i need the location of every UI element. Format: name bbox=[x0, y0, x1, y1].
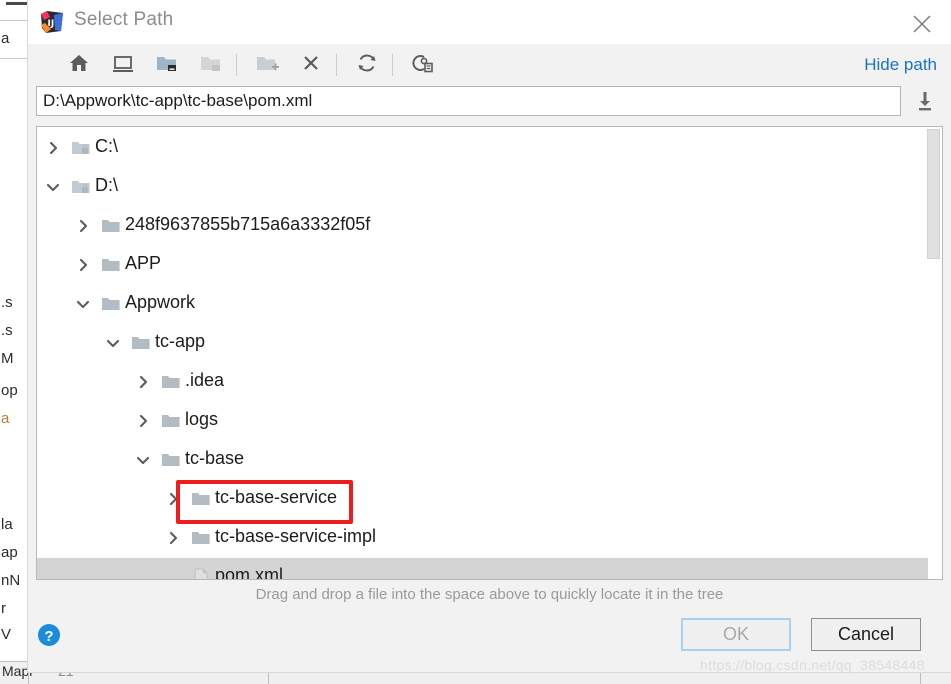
tree-scrollbar-thumb[interactable] bbox=[927, 129, 940, 259]
insert-path-icon[interactable] bbox=[912, 88, 938, 114]
chevron-right-icon[interactable] bbox=[45, 140, 61, 156]
folder-icon bbox=[131, 334, 151, 352]
project-folder-icon[interactable] bbox=[154, 51, 184, 79]
tree-row[interactable]: tc-base-service bbox=[37, 480, 942, 519]
tree-row-label: C:\ bbox=[95, 136, 119, 156]
background-left-line: a bbox=[1, 30, 10, 47]
folder-icon bbox=[101, 217, 121, 235]
background-dash bbox=[6, 2, 28, 5]
dialog-title: Select Path bbox=[74, 9, 174, 30]
chevron-down-icon[interactable] bbox=[135, 452, 151, 468]
folder-icon bbox=[101, 295, 121, 313]
tree-row-label: pom.xml bbox=[215, 565, 284, 580]
tree-row[interactable]: D:\ bbox=[37, 168, 942, 207]
background-left-line: nN bbox=[1, 572, 21, 589]
tree-row[interactable]: <> pom.xml bbox=[37, 558, 942, 580]
module-folder-icon bbox=[198, 51, 228, 79]
background-left-line: r bbox=[1, 600, 6, 617]
chevron-down-icon[interactable] bbox=[45, 179, 61, 195]
intellij-idea-logo: IJ bbox=[41, 11, 63, 33]
background-left-line: ap bbox=[1, 544, 18, 561]
folder-icon bbox=[191, 529, 211, 547]
tree-row-label: tc-app bbox=[155, 331, 206, 351]
refresh-icon[interactable] bbox=[354, 51, 384, 79]
tree-row-label: tc-base-service bbox=[215, 487, 338, 507]
tree-vertical-scrollbar[interactable] bbox=[927, 127, 942, 579]
tree-row[interactable]: logs bbox=[37, 402, 942, 441]
ok-button[interactable]: OK bbox=[681, 618, 791, 651]
select-path-dialog: IJ Select Path Hide path D:\Appwork\tc-a… bbox=[28, 0, 951, 672]
tree-row-label: Appwork bbox=[125, 292, 196, 312]
hide-path-link[interactable]: Hide path bbox=[864, 55, 937, 75]
directory-tree: C:\ D:\ 248f9637855b715a6a3332f05f APP Appwo… bbox=[37, 127, 942, 580]
folder-icon bbox=[191, 490, 211, 508]
folder-icon bbox=[161, 373, 181, 391]
folder-icon bbox=[161, 451, 181, 469]
folder-icon bbox=[101, 256, 121, 274]
hint-row: Drag and drop a file into the space abov… bbox=[28, 580, 951, 610]
tree-row[interactable]: APP bbox=[37, 246, 942, 285]
chevron-right-icon[interactable] bbox=[135, 374, 151, 390]
watermark: https://blog.csdn.net/qq_38548448 bbox=[700, 657, 925, 673]
tree-row[interactable]: .idea bbox=[37, 363, 942, 402]
chevron-right-icon[interactable] bbox=[75, 218, 91, 234]
home-icon[interactable] bbox=[66, 51, 96, 79]
tree-row[interactable]: 248f9637855b715a6a3332f05f bbox=[37, 207, 942, 246]
tree-row-label: APP bbox=[125, 253, 162, 273]
cancel-button[interactable]: Cancel bbox=[811, 618, 921, 651]
delete-icon[interactable] bbox=[298, 51, 328, 79]
xml-file-icon: <> bbox=[191, 568, 211, 579]
background-left-line: op bbox=[1, 382, 18, 399]
tree-row[interactable]: tc-app bbox=[37, 324, 942, 363]
chevron-right-icon[interactable] bbox=[165, 530, 181, 546]
background-left-line: V bbox=[1, 626, 12, 643]
svg-text:?: ? bbox=[44, 628, 53, 645]
toolbar-separator bbox=[392, 54, 393, 76]
chevron-right-icon[interactable] bbox=[165, 491, 181, 507]
path-row bbox=[36, 86, 943, 120]
background-left-line: .s bbox=[1, 294, 13, 311]
svg-text:IJ: IJ bbox=[48, 19, 55, 29]
close-icon[interactable] bbox=[898, 0, 946, 44]
chevron-down-icon[interactable] bbox=[75, 296, 91, 312]
background-left-line: .s bbox=[1, 322, 13, 339]
background-left-line: la bbox=[1, 516, 13, 533]
dialog-toolbar: Hide path bbox=[28, 44, 951, 86]
chevron-right-icon[interactable] bbox=[135, 413, 151, 429]
tree-row[interactable]: tc-base-service-impl bbox=[37, 519, 942, 558]
background-editor-left-gutter: a .s .s M op a la ap nN r V bbox=[0, 14, 29, 684]
help-icon[interactable]: ? bbox=[36, 622, 62, 648]
drive-folder-icon bbox=[71, 139, 91, 157]
tree-row-label: D:\ bbox=[95, 175, 119, 195]
dialog-titlebar: IJ Select Path bbox=[28, 0, 951, 44]
tree-row[interactable]: tc-base bbox=[37, 441, 942, 480]
chevron-right-icon[interactable] bbox=[75, 257, 91, 273]
tree-row[interactable]: C:\ bbox=[37, 129, 942, 168]
tree-row-label: 248f9637855b715a6a3332f05f bbox=[125, 214, 371, 234]
path-input[interactable] bbox=[36, 86, 901, 116]
tree-row-label: logs bbox=[185, 409, 219, 429]
background-left-line: a bbox=[1, 410, 10, 427]
tree-row-label: .idea bbox=[185, 370, 225, 390]
drag-drop-hint: Drag and drop a file into the space abov… bbox=[255, 586, 724, 603]
directory-tree-panel: C:\ D:\ 248f9637855b715a6a3332f05f APP Appwo… bbox=[36, 126, 943, 580]
toolbar-separator bbox=[236, 54, 237, 76]
show-hidden-files-icon[interactable] bbox=[410, 51, 440, 79]
background-left-line: M bbox=[1, 350, 14, 367]
folder-icon bbox=[161, 412, 181, 430]
tree-row-label: tc-base bbox=[185, 448, 245, 468]
drive-folder-icon bbox=[71, 178, 91, 196]
new-folder-icon[interactable] bbox=[254, 51, 284, 79]
tree-row-label: tc-base-service-impl bbox=[215, 526, 377, 546]
desktop-icon[interactable] bbox=[110, 51, 140, 79]
chevron-down-icon[interactable] bbox=[105, 335, 121, 351]
tree-row[interactable]: Appwork bbox=[37, 285, 942, 324]
toolbar-separator bbox=[336, 54, 337, 76]
